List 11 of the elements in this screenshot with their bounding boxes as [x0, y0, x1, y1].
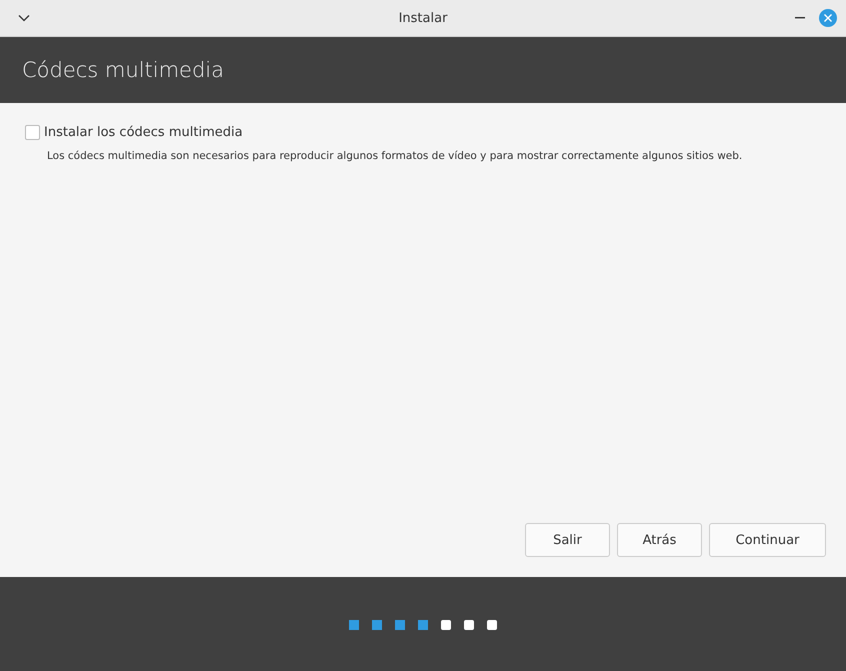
dialog-button[interactable]: Atrás — [617, 523, 702, 557]
close-icon[interactable] — [819, 9, 837, 27]
minimize-icon[interactable] — [795, 16, 805, 20]
chevron-down-icon[interactable] — [18, 14, 30, 22]
description-text: Los códecs multimedia son necesarios para reproducir algunos formatos de vídeo y para mostrar correctamente algunos sitios web. — [47, 150, 744, 162]
dialog-button[interactable]: Continuar — [709, 523, 826, 557]
window-title: Instalar — [398, 10, 448, 26]
dialog-button[interactable]: Salir — [525, 523, 610, 557]
page-title: Códecs multimedia — [22, 58, 224, 82]
checkbox-label[interactable]: Instalar los códecs multimedia — [44, 125, 243, 140]
checkbox[interactable] — [25, 125, 40, 140]
